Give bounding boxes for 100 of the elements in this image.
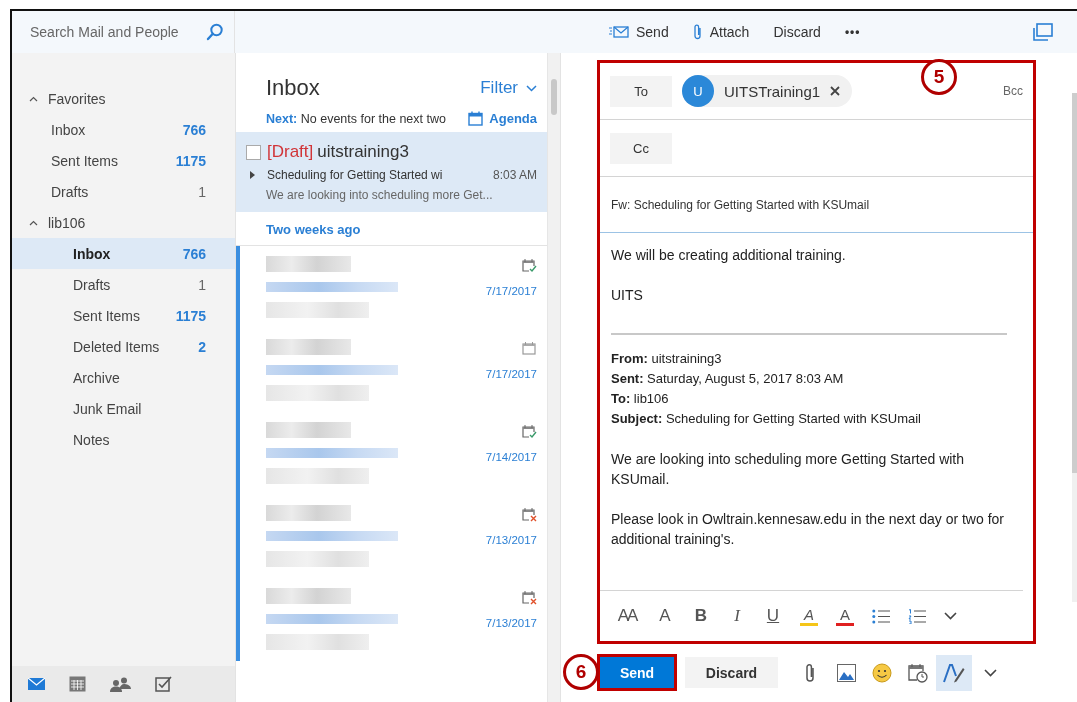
to-button[interactable]: To [610, 75, 672, 107]
recipient-chip[interactable]: U UITSTraining1 [682, 75, 853, 107]
chevron-icon [526, 84, 537, 92]
send-button[interactable]: Send [597, 654, 677, 691]
folder-group[interactable]: lib106 [12, 207, 235, 238]
unread-count: 1 [198, 183, 206, 200]
format-button[interactable]: AA [616, 606, 638, 626]
header-line: Subject: Scheduling for Getting Started with KSUmail [611, 410, 922, 428]
unread-count: 2 [198, 338, 206, 355]
calendar-clock-icon[interactable] [908, 662, 928, 683]
format-button[interactable]: A [656, 606, 674, 626]
calendar-icon [468, 111, 484, 126]
message-item[interactable]: [Draft] uitstraining3 Scheduling for Getting Started wi 8:03 AM We are looking into scheduling more Get... [236, 132, 547, 212]
folder-item[interactable]: Drafts 1 [12, 269, 235, 300]
quoted-text: We are looking into scheduling more Getting Started with KSUmail. [611, 450, 966, 489]
message-item[interactable]: 7/17/2017 [236, 329, 547, 412]
filter-button[interactable]: Filter [480, 78, 537, 98]
cc-button[interactable]: Cc [610, 132, 672, 164]
pen-icon[interactable] [943, 662, 965, 683]
draft-tag: [Draft] [267, 142, 314, 162]
people-icon[interactable] [110, 676, 131, 692]
smiley-icon[interactable] [872, 662, 892, 683]
toolbar-button[interactable]: Discard [773, 24, 821, 40]
step-marker: 6 [563, 654, 599, 690]
message-date: 7/17/2017 [485, 368, 537, 380]
calendar-icon[interactable] [69, 676, 86, 692]
toolbar-button[interactable]: ••• [844, 25, 861, 39]
folder-name: Deleted Items [73, 338, 161, 355]
body-text: UITS [611, 286, 644, 305]
message-time: 8:03 AM [492, 168, 537, 182]
checkbox-icon[interactable] [155, 676, 172, 692]
message-date: 7/13/2017 [485, 617, 537, 629]
avatar: U [682, 75, 714, 107]
folder-item[interactable]: Junk Email [12, 393, 235, 424]
folder-item[interactable]: Notes [12, 424, 235, 455]
picture-icon[interactable] [836, 663, 856, 682]
message-item[interactable]: 7/14/2017 [236, 412, 547, 495]
close-icon[interactable] [830, 86, 841, 96]
folder-item[interactable]: Inbox 766 [12, 238, 235, 269]
format-button[interactable]: I [728, 606, 746, 626]
folder-name: Inbox [51, 121, 87, 138]
sender-name: uitstraining3 [317, 142, 409, 162]
toolbar-button[interactable]: Attach [692, 24, 750, 40]
bullet-list-icon[interactable] [872, 608, 890, 624]
chevron-icon [29, 219, 38, 226]
mail-icon[interactable] [28, 678, 45, 690]
format-button[interactable]: A [800, 606, 818, 626]
message-subject: Scheduling for Getting Started wi [267, 168, 444, 182]
message-item[interactable]: 7/17/2017 [236, 246, 547, 329]
format-button[interactable]: U [764, 606, 782, 626]
expand-icon[interactable] [250, 171, 255, 179]
format-button[interactable]: A [836, 606, 854, 626]
bcc-link[interactable]: Bcc [1003, 84, 1023, 98]
search-icon[interactable] [206, 23, 224, 41]
folder-item[interactable]: Inbox 766 [12, 114, 235, 145]
folder-name: Drafts [51, 183, 90, 200]
folder-item[interactable]: Drafts 1 [12, 176, 235, 207]
search-field[interactable]: Search Mail and People [28, 23, 206, 41]
unread-count: 766 [182, 245, 206, 262]
paperclip-icon[interactable] [804, 662, 816, 683]
group-header: Two weeks ago [236, 212, 547, 246]
unread-count: 1 [198, 276, 206, 293]
message-date: 7/13/2017 [485, 534, 537, 546]
folder-name: Archive [73, 369, 121, 386]
folder-name: Drafts [73, 276, 112, 293]
folder-name: Sent Items [73, 307, 141, 324]
folder-name: Sent Items [51, 152, 119, 169]
next-events-text: Next: No events for the next two [266, 111, 446, 126]
checkbox[interactable] [246, 144, 261, 160]
subject-field[interactable]: Fw: Scheduling for Getting Started with KSUmail [600, 177, 1033, 233]
folder-item[interactable]: Archive [12, 362, 235, 393]
folder-name: Inbox [73, 245, 112, 262]
quoted-text: Please look in Owltrain.kennesaw.edu in the next day or two for additional training's. [611, 510, 1005, 549]
folder-group[interactable]: Favorites [12, 83, 235, 114]
toolbar-button[interactable]: Send [609, 24, 669, 40]
message-item[interactable]: 7/13/2017 [236, 578, 547, 661]
message-preview: We are looking into scheduling more Get... [265, 188, 494, 202]
scrollbar[interactable] [547, 53, 560, 702]
unread-count: 1175 [175, 152, 206, 169]
calendar-cross-icon [522, 507, 537, 522]
message-item[interactable]: 7/13/2017 [236, 495, 547, 578]
folder-item[interactable]: Deleted Items 2 [12, 331, 235, 362]
discard-button[interactable]: Discard [685, 657, 778, 688]
step-marker: 5 [921, 59, 957, 95]
header-line: Sent: Saturday, August 5, 2017 8:03 AM [611, 370, 845, 388]
folder-title: Inbox [266, 75, 320, 101]
chevron-icon[interactable] [944, 612, 957, 620]
calendar-cross-icon [522, 590, 537, 605]
agenda-button[interactable]: Agenda [468, 111, 537, 126]
search-box[interactable]: Search Mail and People [12, 11, 235, 53]
numbered-list-icon[interactable] [908, 608, 926, 624]
folder-name: Junk Email [73, 400, 143, 417]
popout-icon[interactable] [1033, 23, 1053, 41]
folder-item[interactable]: Sent Items 1175 [12, 300, 235, 331]
unread-count: 766 [182, 121, 206, 138]
chevron-icon[interactable] [983, 668, 997, 677]
folder-item[interactable]: Sent Items 1175 [12, 145, 235, 176]
scrollbar[interactable] [1072, 93, 1077, 602]
format-button[interactable]: B [692, 606, 710, 626]
unread-count: 1175 [175, 307, 206, 324]
